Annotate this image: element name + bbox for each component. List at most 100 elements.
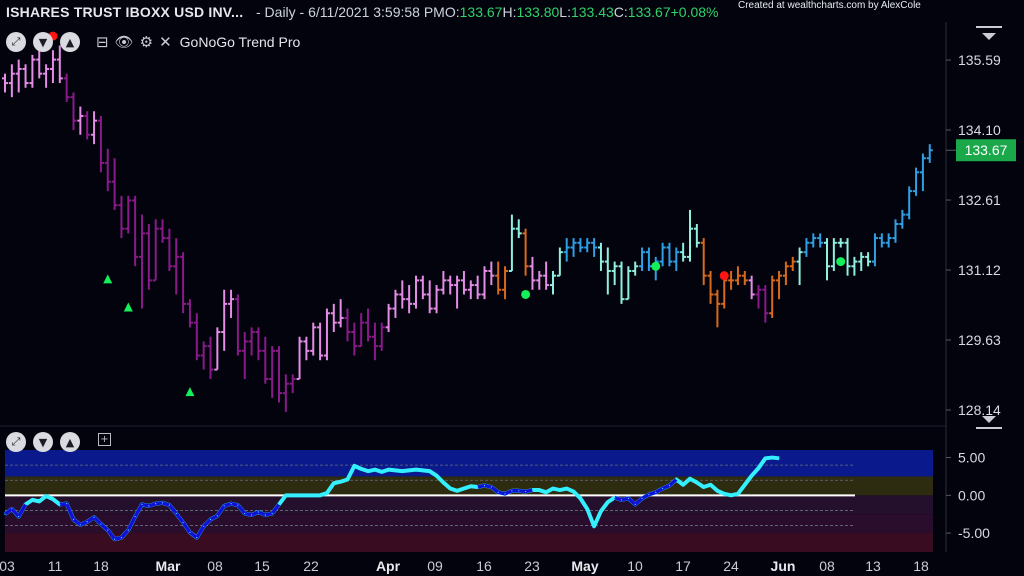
y-tick-label: 134.10: [958, 122, 1001, 138]
osc-y-tick-label: -5.00: [958, 525, 990, 541]
green-signal-dot: [521, 289, 531, 299]
x-tick-label: 13: [865, 558, 881, 574]
oscillator-point: [223, 505, 225, 507]
oscillator-point: [326, 492, 328, 494]
oscillator-point: [552, 487, 554, 490]
oscillator-point: [435, 475, 438, 477]
last-price-label: 133.67: [965, 142, 1008, 158]
x-tick-label: Apr: [376, 558, 401, 574]
oscillator-point: [483, 484, 486, 487]
minimize-icon[interactable]: ⊟: [96, 33, 109, 51]
oscillator-point: [627, 497, 629, 499]
oscillator-point: [24, 503, 27, 505]
oscillator-point: [662, 487, 664, 490]
oscillator-point: [538, 489, 540, 491]
oscillator-point: [764, 457, 766, 459]
menu-icon[interactable]: [976, 414, 1002, 430]
oscillator-point: [634, 503, 636, 505]
symbol-title[interactable]: ISHARES TRUST IBOXX USD INV...: [6, 4, 243, 20]
oscillator-point: [161, 502, 164, 504]
oscillator-point: [346, 478, 349, 481]
x-tick-label: 15: [254, 558, 270, 574]
ohlc-readout: - Daily - 6/11/2021 3:59:58 PM O:133.67 …: [256, 4, 719, 20]
oscillator-point: [100, 523, 102, 525]
oscillator-point: [230, 503, 232, 505]
oscillator-point: [374, 469, 376, 471]
oscillator-point: [52, 498, 54, 500]
red-signal-dot: [719, 271, 729, 281]
gear-icon[interactable]: ⚙: [140, 33, 153, 51]
oscillator-point: [778, 457, 780, 459]
oscillator-point: [408, 469, 410, 471]
oscillator-point: [572, 490, 575, 493]
oscillator-point: [244, 512, 246, 515]
oscillator-point: [209, 518, 212, 521]
oscillator-point: [607, 501, 609, 503]
oscillator-point: [525, 490, 527, 493]
oscillator-point: [182, 521, 184, 524]
oscillator-point: [751, 475, 753, 477]
close-icon[interactable]: ✕: [159, 33, 172, 51]
oscillator-point: [237, 504, 239, 506]
eye-icon[interactable]: 👁: [115, 33, 134, 51]
open-label: O:: [444, 4, 460, 20]
close-label: C:: [613, 4, 628, 20]
x-tick-label: 09: [427, 558, 443, 574]
oscillator-point: [723, 493, 725, 495]
oscillator-point: [168, 504, 170, 506]
chevron-down-icon[interactable]: ▼: [33, 432, 53, 452]
chart-header: ISHARES TRUST IBOXX USD INV... - Daily -…: [0, 0, 1024, 24]
expand-icon[interactable]: ⤢: [6, 32, 26, 52]
indicator-toolbar: ⊟ 👁 ⚙ ✕ GoNoGo Trend Pro: [96, 32, 300, 52]
oscillator-point: [155, 503, 157, 505]
oscillator-point: [388, 469, 390, 471]
oscillator-point: [579, 497, 582, 499]
menu-icon[interactable]: [976, 26, 1002, 42]
oscillator-band: [5, 450, 933, 477]
oscillator-point: [709, 484, 712, 486]
oscillator-point: [614, 497, 616, 499]
chevron-down-icon[interactable]: ▼: [33, 32, 53, 52]
oscillator-point: [689, 478, 691, 480]
oscillator-point: [490, 486, 492, 488]
oscillator-band: [5, 514, 933, 534]
chevron-up-icon[interactable]: ▲: [60, 432, 80, 452]
oscillator-point: [620, 499, 623, 501]
oscillator-point: [31, 499, 33, 501]
indicator-label[interactable]: GoNoGo Trend Pro: [180, 34, 301, 50]
expand-icon[interactable]: ⤢: [6, 432, 26, 452]
oscillator-point: [757, 467, 760, 469]
x-tick-label: 24: [723, 558, 739, 574]
oscillator-point: [127, 529, 129, 531]
oscillator-point: [278, 503, 280, 505]
oscillator-point: [189, 531, 191, 533]
osc-y-tick-label: 0.00: [958, 487, 985, 503]
oscillator-point: [251, 514, 253, 516]
oscillator-point: [504, 493, 506, 495]
green-signal-dot: [836, 257, 846, 267]
chevron-up-icon[interactable]: ▲: [60, 32, 80, 52]
y-tick-label: 131.12: [958, 262, 1001, 278]
oscillator-point: [264, 514, 266, 516]
oscillator-point: [114, 538, 116, 540]
oscillator-point: [449, 487, 451, 490]
oscillator-pane-controls: ⤢ ▼ ▲: [6, 432, 80, 452]
oscillator-point: [257, 511, 260, 513]
oscillator-point: [675, 478, 677, 481]
oscillator-point: [518, 490, 520, 492]
oscillator-point: [66, 503, 68, 505]
y-tick-label: 129.63: [958, 332, 1001, 348]
oscillator-point: [641, 497, 643, 499]
oscillator-point: [381, 471, 383, 473]
oscillator-point: [107, 529, 109, 531]
add-panel-icon[interactable]: +: [98, 433, 111, 446]
oscillator-band: [5, 533, 933, 552]
oscillator-point: [648, 493, 650, 496]
oscillator-point: [511, 490, 513, 492]
x-tick-label: Jun: [771, 558, 796, 574]
oscillator-point: [11, 508, 13, 510]
oscillator-point: [429, 470, 431, 472]
oscillator-point: [545, 491, 547, 493]
chart-canvas[interactable]: 135.59134.10132.61131.12129.63128.14133.…: [0, 0, 1024, 576]
oscillator-point: [394, 469, 397, 471]
